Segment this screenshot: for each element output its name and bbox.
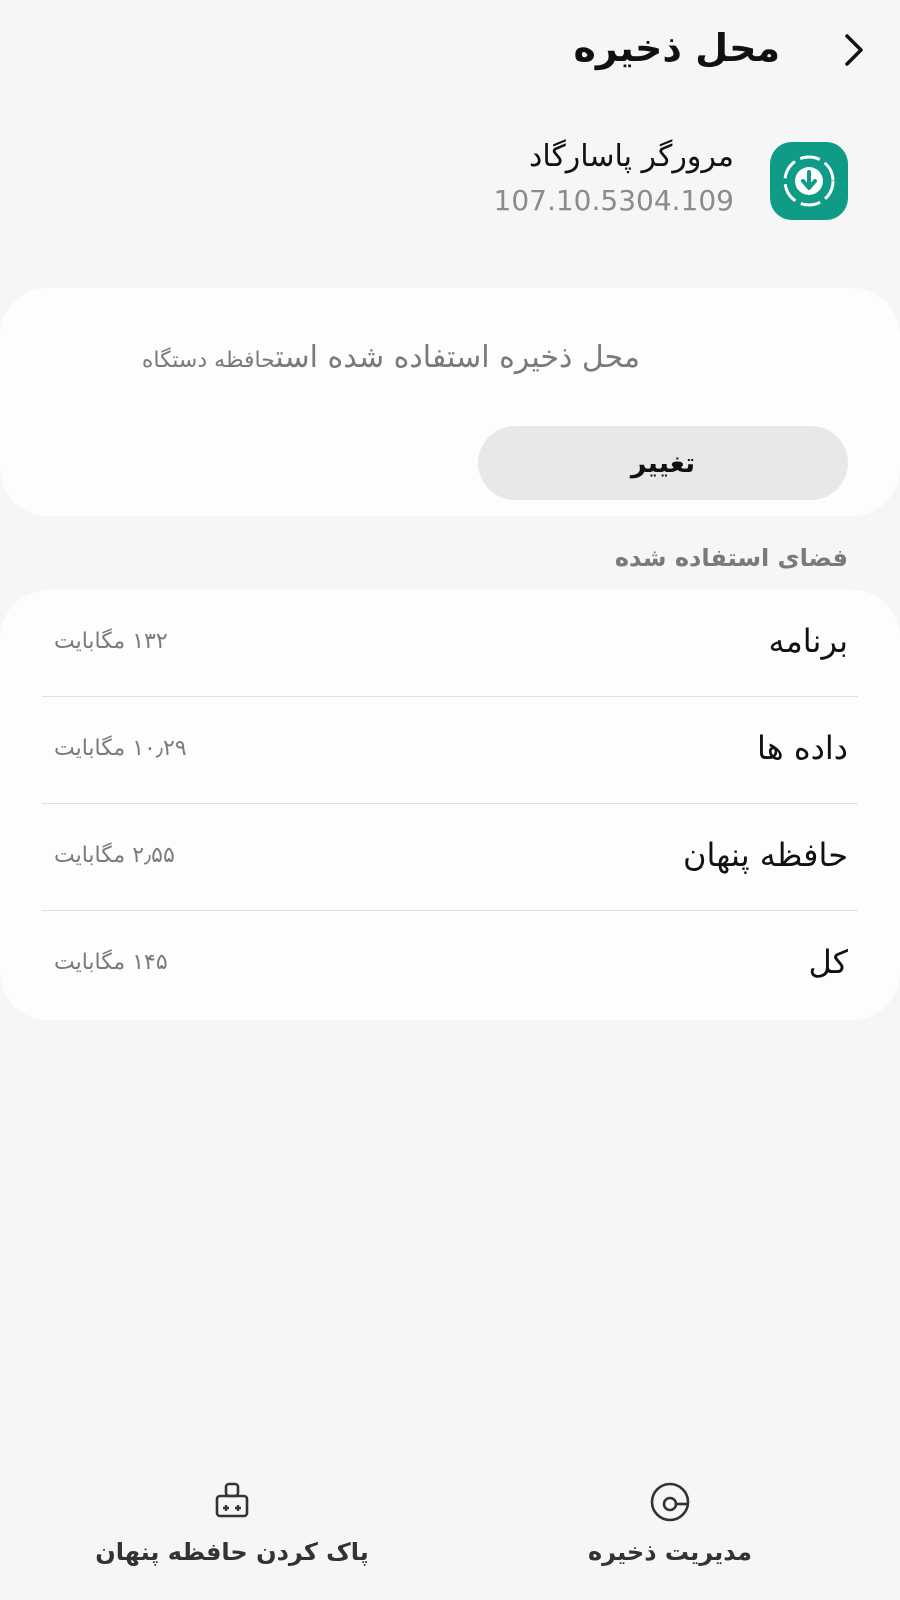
usage-value: ۱۴۵ مگابایت: [54, 950, 168, 975]
section-title-used-space: فضای استفاده شده: [614, 544, 848, 572]
usage-value: ۱۰٫۲۹ مگابایت: [54, 736, 187, 761]
download-icon: [783, 155, 835, 207]
app-name: مرورگر پاسارگاد: [528, 139, 734, 174]
chevron-right-icon: [845, 34, 863, 66]
clear-cache-button[interactable]: پاک کردن حافظه پنهان: [82, 1480, 382, 1580]
usage-label: داده ها: [757, 729, 848, 767]
storage-location-card: محل ذخیره استفاده شده استحافظه دستگاه تغ…: [0, 288, 900, 516]
change-storage-button[interactable]: تغییر: [478, 426, 848, 500]
usage-row-cache: حافظه پنهان ۲٫۵۵ مگابایت: [42, 804, 858, 911]
manage-storage-label: مدیریت ذخیره: [588, 1538, 752, 1566]
app-bar: محل ذخیره: [0, 0, 900, 100]
app-info: مرورگر پاسارگاد 107.10.5304.109: [0, 130, 900, 230]
usage-row-total: کل ۱۴۵ مگابایت: [42, 911, 858, 1018]
app-version: 107.10.5304.109: [493, 184, 734, 217]
clear-cache-label: پاک کردن حافظه پنهان: [95, 1538, 369, 1566]
bottom-action-bar: مدیریت ذخیره پاک کردن حافظه پنهان: [0, 1460, 900, 1600]
storage-usage-card: برنامه ۱۳۲ مگابایت داده ها ۱۰٫۲۹ مگابایت…: [0, 590, 900, 1020]
usage-value: ۲٫۵۵ مگابایت: [54, 843, 175, 868]
usage-label: برنامه: [768, 622, 848, 660]
manage-storage-button[interactable]: مدیریت ذخیره: [520, 1480, 820, 1580]
storage-location-value: حافظه دستگاه: [141, 348, 276, 373]
page-title: محل ذخیره: [573, 26, 780, 70]
broom-icon: [210, 1480, 254, 1524]
storage-location-label: محل ذخیره استفاده شده است: [275, 340, 640, 375]
usage-label: حافظه پنهان: [683, 836, 848, 874]
app-icon: [770, 142, 848, 220]
storage-gauge-icon: [648, 1480, 692, 1524]
usage-label: کل: [808, 943, 848, 981]
usage-row-app: برنامه ۱۳۲ مگابایت: [42, 590, 858, 697]
usage-value: ۱۳۲ مگابایت: [54, 629, 168, 654]
usage-row-data: داده ها ۱۰٫۲۹ مگابایت: [42, 697, 858, 804]
back-button[interactable]: [826, 22, 882, 78]
storage-location-text: محل ذخیره استفاده شده استحافظه دستگاه: [54, 336, 640, 384]
